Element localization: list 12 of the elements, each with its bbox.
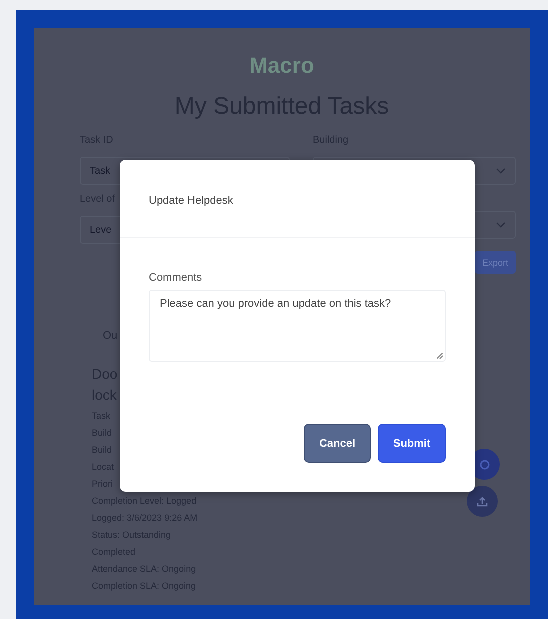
resize-grip-icon[interactable] xyxy=(437,353,443,359)
comments-label: Comments xyxy=(149,272,202,284)
cancel-button[interactable]: Cancel xyxy=(304,424,371,463)
upload-icon xyxy=(477,496,488,506)
comments-field[interactable]: Please can you provide an update on this task? xyxy=(149,290,446,362)
chevron-down-icon xyxy=(496,168,506,174)
floating-button[interactable] xyxy=(467,486,498,517)
chevron-down-icon xyxy=(496,222,506,228)
ring-icon xyxy=(480,460,490,470)
submit-button[interactable]: Submit xyxy=(378,424,446,463)
dialog-title: Update Helpdesk xyxy=(149,195,234,207)
logo: Macro xyxy=(250,53,314,79)
